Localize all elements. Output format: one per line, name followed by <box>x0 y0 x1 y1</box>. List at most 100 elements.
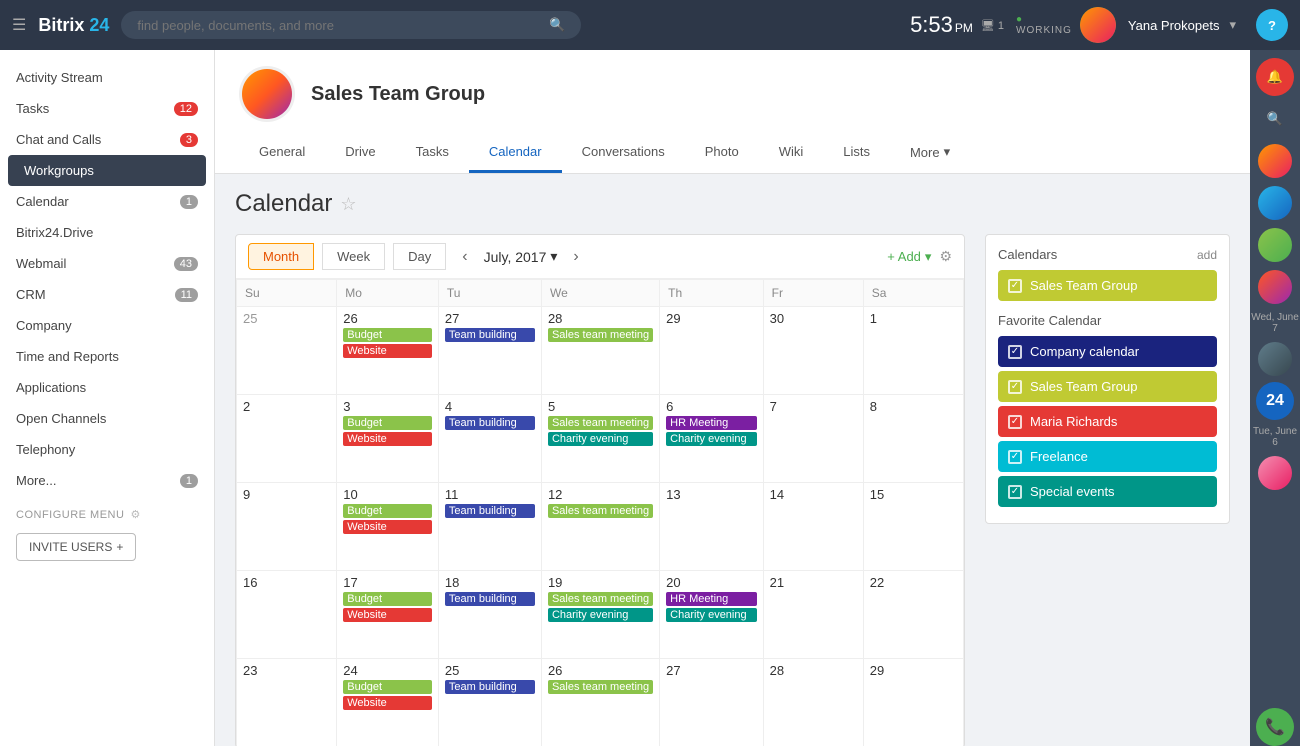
calendar-day-cell[interactable]: 20HR MeetingCharity evening <box>660 571 763 659</box>
calendar-event[interactable]: Budget <box>343 504 432 518</box>
calendar-day-cell[interactable]: 13 <box>660 483 763 571</box>
sidebar-item-activity[interactable]: Activity Stream <box>0 62 214 93</box>
month-view-button[interactable]: Month <box>248 243 314 270</box>
calendar-settings-icon[interactable]: ⚙ <box>939 248 952 265</box>
right-avatar-3[interactable] <box>1256 226 1294 264</box>
sidebar-item-company[interactable]: Company <box>0 310 214 341</box>
month-label[interactable]: July, 2017 ▾ <box>484 248 558 265</box>
calendar-day-cell[interactable]: 1 <box>863 307 963 395</box>
sidebar-item-more[interactable]: More... 1 <box>0 465 214 496</box>
right-avatar-5[interactable] <box>1256 340 1294 378</box>
week-view-button[interactable]: Week <box>322 243 385 270</box>
notifications-bell-icon[interactable]: 🔔 <box>1256 58 1294 96</box>
calendar-event[interactable]: Website <box>343 432 432 446</box>
right-avatar-1[interactable] <box>1256 142 1294 180</box>
sidebar-item-openchannels[interactable]: Open Channels <box>0 403 214 434</box>
calendar-day-cell[interactable]: 9 <box>237 483 337 571</box>
calendar-item-special-events[interactable]: Special events <box>998 476 1217 507</box>
calendars-add-link[interactable]: add <box>1197 248 1217 262</box>
search-input[interactable] <box>137 18 541 33</box>
phone-icon[interactable]: 📞 <box>1256 708 1294 746</box>
calendar-event[interactable]: Sales team meeting <box>548 680 653 694</box>
sidebar-item-tasks[interactable]: Tasks 12 <box>0 93 214 124</box>
calendar-event[interactable]: Team building <box>445 504 535 518</box>
calendar-day-cell[interactable]: 7 <box>763 395 863 483</box>
right-avatar-2[interactable] <box>1256 184 1294 222</box>
help-button[interactable]: ? <box>1256 9 1288 41</box>
calendar-day-cell[interactable]: 30 <box>763 307 863 395</box>
calendar-day-cell[interactable]: 28Sales team meeting <box>541 307 659 395</box>
calendar-event[interactable]: Sales team meeting <box>548 504 653 518</box>
tab-drive[interactable]: Drive <box>325 134 395 173</box>
calendar-day-cell[interactable]: 25Team building <box>438 659 541 746</box>
tab-photo[interactable]: Photo <box>685 134 759 173</box>
calendar-day-cell[interactable]: 16 <box>237 571 337 659</box>
sidebar-item-drive[interactable]: Bitrix24.Drive <box>0 217 214 248</box>
calendar-event[interactable]: Website <box>343 608 432 622</box>
calendar-event[interactable]: Website <box>343 344 432 358</box>
calendar-event[interactable]: Sales team meeting <box>548 328 653 342</box>
sidebar-item-workgroups[interactable]: Workgroups <box>8 155 206 186</box>
calendar-event[interactable]: Sales team meeting <box>548 592 653 606</box>
calendar-day-cell[interactable]: 8 <box>863 395 963 483</box>
calendar-day-cell[interactable]: 21 <box>763 571 863 659</box>
calendar-event[interactable]: Budget <box>343 416 432 430</box>
calendar-day-cell[interactable]: 2 <box>237 395 337 483</box>
calendar-event[interactable]: Budget <box>343 680 432 694</box>
calendar-checkbox[interactable] <box>1008 485 1022 499</box>
calendar-item-maria[interactable]: Maria Richards <box>998 406 1217 437</box>
calendar-day-cell[interactable]: 4Team building <box>438 395 541 483</box>
gear-icon[interactable]: ⚙ <box>130 508 140 521</box>
sidebar-item-calendar[interactable]: Calendar 1 <box>0 186 214 217</box>
sidebar-item-chat[interactable]: Chat and Calls 3 <box>0 124 214 155</box>
calendar-item-company[interactable]: Company calendar <box>998 336 1217 367</box>
calendar-day-cell[interactable]: 26BudgetWebsite <box>337 307 439 395</box>
calendar-day-cell[interactable]: 3BudgetWebsite <box>337 395 439 483</box>
bitrix24-icon[interactable]: 24 <box>1256 382 1294 420</box>
calendar-event[interactable]: Website <box>343 696 432 710</box>
calendar-day-cell[interactable]: 23 <box>237 659 337 746</box>
tab-more[interactable]: More ▾ <box>890 134 970 173</box>
sidebar-item-crm[interactable]: CRM 11 <box>0 279 214 310</box>
calendar-checkbox[interactable] <box>1008 415 1022 429</box>
calendar-event[interactable]: Charity evening <box>548 608 653 622</box>
add-event-button[interactable]: + Add ▾ <box>887 249 931 265</box>
calendar-checkbox[interactable] <box>1008 345 1022 359</box>
calendar-event[interactable]: Charity evening <box>666 608 756 622</box>
calendar-item-salesteam-fav[interactable]: Sales Team Group <box>998 371 1217 402</box>
calendar-day-cell[interactable]: 14 <box>763 483 863 571</box>
menu-icon[interactable]: ☰ <box>12 15 26 35</box>
calendar-day-cell[interactable]: 18Team building <box>438 571 541 659</box>
calendar-day-cell[interactable]: 29 <box>660 307 763 395</box>
calendar-checkbox[interactable] <box>1008 450 1022 464</box>
calendar-day-cell[interactable]: 27Team building <box>438 307 541 395</box>
calendar-event[interactable]: Charity evening <box>548 432 653 446</box>
calendar-day-cell[interactable]: 26Sales team meeting <box>541 659 659 746</box>
prev-month-button[interactable]: ‹ <box>454 244 475 270</box>
calendar-day-cell[interactable]: 28 <box>763 659 863 746</box>
calendar-event[interactable]: Team building <box>445 416 535 430</box>
tab-lists[interactable]: Lists <box>823 134 890 173</box>
sidebar-item-timereports[interactable]: Time and Reports <box>0 341 214 372</box>
calendar-day-cell[interactable]: 29 <box>863 659 963 746</box>
sidebar-item-applications[interactable]: Applications <box>0 372 214 403</box>
day-view-button[interactable]: Day <box>393 243 446 270</box>
calendar-day-cell[interactable]: 5Sales team meetingCharity evening <box>541 395 659 483</box>
tab-wiki[interactable]: Wiki <box>759 134 824 173</box>
next-month-button[interactable]: › <box>565 244 586 270</box>
calendar-event[interactable]: Charity evening <box>666 432 756 446</box>
calendar-event[interactable]: HR Meeting <box>666 592 756 606</box>
calendar-event[interactable]: Budget <box>343 592 432 606</box>
calendar-day-cell[interactable]: 22 <box>863 571 963 659</box>
calendar-event[interactable]: Team building <box>445 592 535 606</box>
calendar-event[interactable]: HR Meeting <box>666 416 756 430</box>
calendar-day-cell[interactable]: 10BudgetWebsite <box>337 483 439 571</box>
tab-calendar[interactable]: Calendar <box>469 134 562 173</box>
favorite-star-icon[interactable]: ☆ <box>340 194 356 215</box>
calendar-event[interactable]: Website <box>343 520 432 534</box>
calendar-day-cell[interactable]: 17BudgetWebsite <box>337 571 439 659</box>
calendar-item-freelance[interactable]: Freelance <box>998 441 1217 472</box>
calendar-day-cell[interactable]: 12Sales team meeting <box>541 483 659 571</box>
calendar-event[interactable]: Team building <box>445 680 535 694</box>
calendar-day-cell[interactable]: 19Sales team meetingCharity evening <box>541 571 659 659</box>
